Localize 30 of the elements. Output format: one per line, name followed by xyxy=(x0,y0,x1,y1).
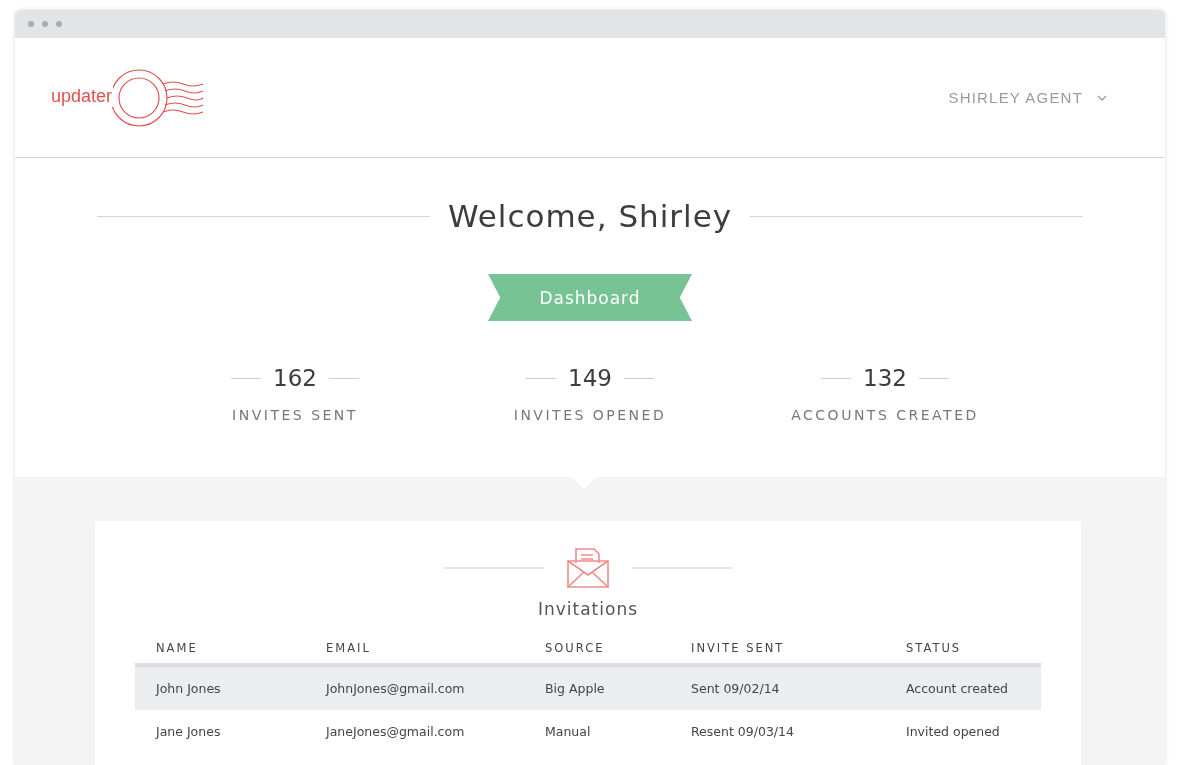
table-cell-text: JohnJones@gmail.com xyxy=(326,681,466,696)
table-cell-text: Big Apple xyxy=(545,681,606,696)
invitations-heading: Invitations xyxy=(537,599,639,619)
column-header[interactable]: EMAIL xyxy=(326,641,545,655)
table-cell-text: Resent 09/03/14 xyxy=(691,724,795,739)
stat-value: 132 xyxy=(863,365,907,391)
dashboard-ribbon: Dashboard xyxy=(488,274,692,321)
window-dots-icon xyxy=(28,21,64,27)
table-cell-text: Account created xyxy=(906,681,1010,696)
stat-label: INVITES SENT xyxy=(232,407,358,423)
logo-wordmark[interactable]: updater xyxy=(51,84,114,107)
stat-label: ACCOUNTS CREATED xyxy=(791,407,979,423)
table-cell-text: Sent 09/02/14 xyxy=(691,681,781,696)
table-cell-text: Manual xyxy=(545,724,592,739)
column-header[interactable]: STATUS xyxy=(906,641,1041,655)
stat-label: INVITES OPENED xyxy=(513,407,667,423)
stat-value: 149 xyxy=(568,365,612,391)
column-header[interactable]: INVITE SENT xyxy=(691,641,906,655)
column-header[interactable]: NAME xyxy=(156,641,326,655)
table-cell-text: Invited opened xyxy=(906,724,1001,739)
invitation-row[interactable]: Jane Jones JaneJones@gmail.com Manual Resent 09/03/14 Invited opened xyxy=(135,710,1041,753)
table-cell-text: Jane Jones xyxy=(156,724,222,739)
table-cell-text: JaneJones@gmail.com xyxy=(326,724,466,739)
chevron-down-icon xyxy=(1097,94,1107,101)
column-header[interactable]: SOURCE xyxy=(545,641,691,655)
welcome-heading: Welcome, Shirley xyxy=(447,198,733,234)
stat-value: 162 xyxy=(273,365,317,391)
envelope-letter-icon xyxy=(566,547,610,589)
invitation-row[interactable]: John Jones JohnJones@gmail.com Big Apple Sent 09/02/14 Account created xyxy=(135,667,1041,710)
table-cell-text: John Jones xyxy=(156,681,222,696)
